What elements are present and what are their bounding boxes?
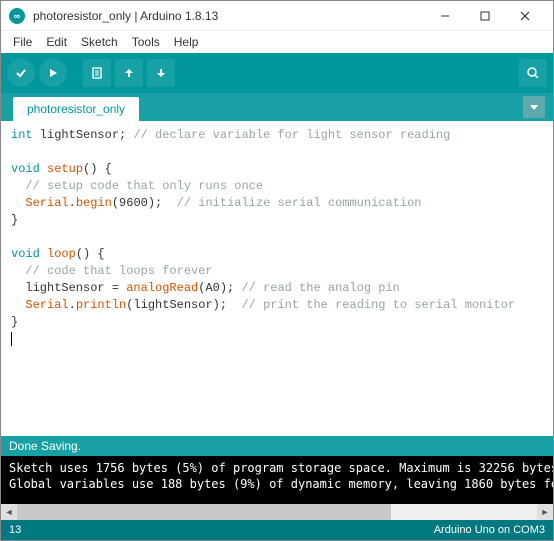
console-line: Sketch uses 1756 bytes (5%) of program s…: [9, 460, 545, 476]
code-comment: // code that loops forever: [11, 264, 213, 278]
menubar: File Edit Sketch Tools Help: [1, 31, 553, 53]
code-keyword: int: [11, 128, 33, 142]
window-controls: [425, 2, 545, 30]
minimize-button[interactable]: [425, 2, 465, 30]
line-number: 13: [9, 524, 434, 536]
code-serial: Serial: [25, 298, 68, 312]
scroll-track[interactable]: [17, 504, 537, 520]
scroll-right-button[interactable]: ►: [537, 504, 553, 520]
code-function: println: [76, 298, 126, 312]
code-function: setup: [47, 162, 83, 176]
code-comment: // print the reading to serial monitor: [241, 298, 515, 312]
text-cursor: [11, 332, 12, 346]
verify-button[interactable]: [7, 59, 35, 87]
scroll-left-button[interactable]: ◄: [1, 504, 17, 520]
footer-bar: 13 Arduino Uno on COM3: [1, 520, 553, 540]
code-comment: // setup code that only runs once: [11, 179, 263, 193]
toolbar: [1, 53, 553, 93]
code-text: .: [69, 196, 76, 210]
open-button[interactable]: [115, 59, 143, 87]
upload-button[interactable]: [39, 59, 67, 87]
code-text: (lightSensor);: [126, 298, 241, 312]
code-text: () {: [83, 162, 112, 176]
code-text: [11, 196, 25, 210]
menu-sketch[interactable]: Sketch: [75, 33, 124, 51]
console-line: Global variables use 188 bytes (9%) of d…: [9, 476, 545, 492]
code-function: analogRead: [126, 281, 198, 295]
close-button[interactable]: [505, 2, 545, 30]
code-text: (A0);: [198, 281, 241, 295]
code-text: lightSensor =: [11, 281, 126, 295]
code-text: (9600);: [112, 196, 177, 210]
code-text: lightSensor;: [33, 128, 134, 142]
code-function: loop: [47, 247, 76, 261]
code-text: () {: [76, 247, 105, 261]
menu-edit[interactable]: Edit: [40, 33, 73, 51]
menu-file[interactable]: File: [7, 33, 38, 51]
tab-sketch[interactable]: photoresistor_only: [13, 97, 139, 121]
status-bar: Done Saving.: [1, 436, 553, 456]
new-button[interactable]: [83, 59, 111, 87]
save-button[interactable]: [147, 59, 175, 87]
code-text: .: [69, 298, 76, 312]
window-title: photoresistor_only | Arduino 1.8.13: [33, 9, 425, 23]
code-keyword: void: [11, 162, 40, 176]
menu-help[interactable]: Help: [168, 33, 205, 51]
status-message: Done Saving.: [9, 439, 81, 453]
code-keyword: void: [11, 247, 40, 261]
code-comment: // read the analog pin: [241, 281, 399, 295]
titlebar: ∞ photoresistor_only | Arduino 1.8.13: [1, 1, 553, 31]
tabbar: photoresistor_only: [1, 93, 553, 121]
maximize-button[interactable]: [465, 2, 505, 30]
output-console[interactable]: Sketch uses 1756 bytes (5%) of program s…: [1, 456, 553, 504]
code-text: [11, 298, 25, 312]
horizontal-scrollbar[interactable]: ◄ ►: [1, 504, 553, 520]
arduino-logo-icon: ∞: [9, 8, 25, 24]
code-editor[interactable]: int lightSensor; // declare variable for…: [1, 121, 553, 436]
code-function: begin: [76, 196, 112, 210]
serial-monitor-button[interactable]: [519, 59, 547, 87]
code-text: }: [11, 213, 18, 227]
code-comment: // initialize serial communication: [177, 196, 422, 210]
menu-tools[interactable]: Tools: [126, 33, 166, 51]
scroll-thumb[interactable]: [17, 504, 391, 520]
tab-menu-dropdown[interactable]: [523, 96, 545, 118]
code-serial: Serial: [25, 196, 68, 210]
board-port-label: Arduino Uno on COM3: [434, 524, 545, 536]
code-comment: // declare variable for light sensor rea…: [133, 128, 450, 142]
code-text: }: [11, 315, 18, 329]
